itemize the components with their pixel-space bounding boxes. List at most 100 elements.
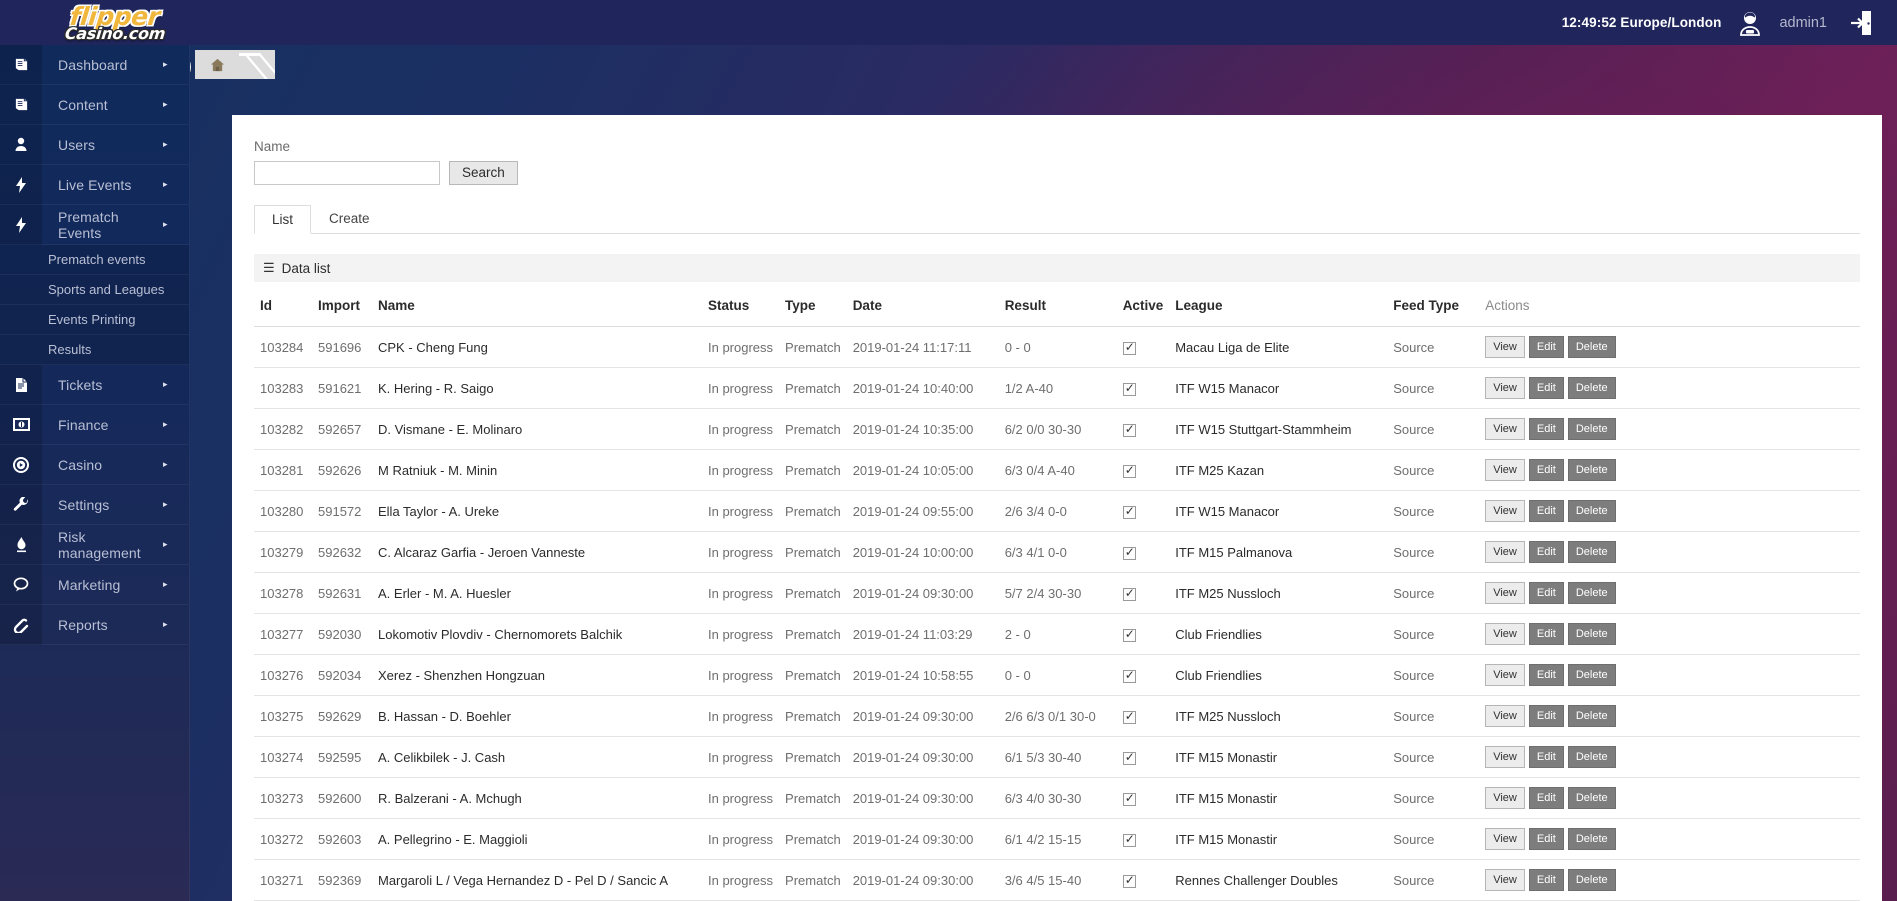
cell-feed-type: Source	[1387, 736, 1480, 778]
delete-button[interactable]: Delete	[1567, 664, 1616, 686]
active-checkbox[interactable]	[1122, 422, 1136, 437]
sidebar-item-live-events[interactable]: Live Events ▸	[0, 164, 189, 205]
active-checkbox[interactable]	[1122, 668, 1136, 683]
active-checkbox[interactable]	[1122, 627, 1136, 642]
top-bar: flipper Casino.com 12:49:52 Europe/Londo…	[0, 0, 1897, 45]
sidebar-item-risk-management[interactable]: Risk management ▸	[0, 524, 189, 565]
cell-status: In progress	[702, 367, 780, 409]
tab-create[interactable]: Create	[311, 204, 388, 233]
chevron-right-icon: ▸	[163, 379, 168, 389]
column-header-id[interactable]: Id	[254, 291, 312, 327]
view-button[interactable]: View	[1485, 459, 1525, 481]
column-header-league[interactable]: League	[1169, 291, 1388, 327]
delete-button[interactable]: Delete	[1567, 869, 1616, 891]
view-button[interactable]: View	[1485, 541, 1525, 563]
sidebar-item-casino[interactable]: Casino ▸	[0, 444, 189, 485]
view-button[interactable]: View	[1485, 582, 1525, 604]
sidebar-item-marketing[interactable]: Marketing ▸	[0, 564, 189, 605]
edit-button[interactable]: Edit	[1528, 746, 1564, 768]
delete-button[interactable]: Delete	[1567, 336, 1616, 358]
breadcrumb-home-button[interactable]	[195, 50, 239, 79]
edit-button[interactable]: Edit	[1528, 787, 1564, 809]
sidebar-item-tickets[interactable]: Tickets ▸	[0, 364, 189, 405]
active-checkbox[interactable]	[1122, 463, 1136, 478]
sidebar-item-users[interactable]: Users ▸	[0, 124, 189, 165]
sidebar-item-prematch-events[interactable]: Prematch Events ▸	[0, 204, 189, 245]
brand-logo[interactable]: flipper Casino.com	[0, 0, 230, 45]
view-button[interactable]: View	[1485, 705, 1525, 727]
active-checkbox[interactable]	[1122, 791, 1136, 806]
active-checkbox[interactable]	[1122, 340, 1136, 355]
logout-icon[interactable]	[1849, 8, 1875, 38]
delete-button[interactable]: Delete	[1567, 746, 1616, 768]
sidebar-subitem-events-printing[interactable]: Events Printing	[0, 305, 189, 335]
edit-button[interactable]: Edit	[1528, 418, 1564, 440]
active-checkbox[interactable]	[1122, 545, 1136, 560]
delete-button[interactable]: Delete	[1567, 787, 1616, 809]
edit-button[interactable]: Edit	[1528, 705, 1564, 727]
cell-feed-type: Source	[1387, 777, 1480, 819]
delete-button[interactable]: Delete	[1567, 459, 1616, 481]
view-button[interactable]: View	[1485, 377, 1525, 399]
column-header-feed-type[interactable]: Feed Type	[1387, 291, 1480, 327]
active-checkbox[interactable]	[1122, 381, 1136, 396]
column-header-import[interactable]: Import	[312, 291, 372, 327]
edit-button[interactable]: Edit	[1528, 582, 1564, 604]
column-header-name[interactable]: Name	[372, 291, 702, 327]
view-button[interactable]: View	[1485, 336, 1525, 358]
delete-button[interactable]: Delete	[1567, 377, 1616, 399]
sidebar-item-settings[interactable]: Settings ▸	[0, 484, 189, 525]
view-button[interactable]: View	[1485, 623, 1525, 645]
active-checkbox[interactable]	[1122, 873, 1136, 888]
active-checkbox[interactable]	[1122, 750, 1136, 765]
sidebar-item-dashboard[interactable]: Dashboard ▸	[0, 44, 189, 85]
delete-button[interactable]: Delete	[1567, 500, 1616, 522]
user-avatar-icon[interactable]	[1735, 8, 1765, 38]
tab-list[interactable]: List	[254, 205, 312, 234]
active-checkbox[interactable]	[1122, 832, 1136, 847]
edit-button[interactable]: Edit	[1528, 377, 1564, 399]
edit-button[interactable]: Edit	[1528, 869, 1564, 891]
sidebar-item-content[interactable]: Content ▸	[0, 84, 189, 125]
edit-button[interactable]: Edit	[1528, 541, 1564, 563]
sidebar-item-finance[interactable]: Finance ▸	[0, 404, 189, 445]
delete-button[interactable]: Delete	[1567, 705, 1616, 727]
cell-id: 103280	[254, 490, 312, 532]
delete-button[interactable]: Delete	[1567, 623, 1616, 645]
view-button[interactable]: View	[1485, 787, 1525, 809]
delete-button[interactable]: Delete	[1567, 582, 1616, 604]
view-button[interactable]: View	[1485, 500, 1525, 522]
sidebar-item-reports[interactable]: Reports ▸	[0, 604, 189, 645]
cell-result: 0 - 0	[998, 654, 1117, 696]
active-checkbox[interactable]	[1122, 709, 1136, 724]
column-header-type[interactable]: Type	[779, 291, 847, 327]
sidebar-subitem-prematch-events[interactable]: Prematch events	[0, 245, 189, 275]
edit-button[interactable]: Edit	[1528, 336, 1564, 358]
action-buttons: View Edit Delete	[1485, 828, 1854, 850]
sidebar-subitem-results[interactable]: Results	[0, 335, 189, 365]
search-button[interactable]: Search	[449, 161, 518, 185]
edit-button[interactable]: Edit	[1528, 623, 1564, 645]
edit-button[interactable]: Edit	[1528, 828, 1564, 850]
delete-button[interactable]: Delete	[1567, 541, 1616, 563]
edit-button[interactable]: Edit	[1528, 664, 1564, 686]
view-button[interactable]: View	[1485, 869, 1525, 891]
sidebar-subitem-label: Sports and Leagues	[48, 282, 165, 297]
column-header-active[interactable]: Active	[1116, 291, 1170, 327]
column-header-status[interactable]: Status	[702, 291, 780, 327]
edit-button[interactable]: Edit	[1528, 500, 1564, 522]
view-button[interactable]: View	[1485, 828, 1525, 850]
active-checkbox[interactable]	[1122, 504, 1136, 519]
active-checkbox[interactable]	[1122, 586, 1136, 601]
search-input[interactable]	[254, 161, 440, 185]
edit-button[interactable]: Edit	[1528, 459, 1564, 481]
sidebar-subitem-sports-and-leagues[interactable]: Sports and Leagues	[0, 275, 189, 305]
view-button[interactable]: View	[1485, 746, 1525, 768]
column-header-result[interactable]: Result	[998, 291, 1117, 327]
column-header-date[interactable]: Date	[846, 291, 999, 327]
cell-date: 2019-01-24 09:30:00	[846, 777, 999, 819]
view-button[interactable]: View	[1485, 664, 1525, 686]
delete-button[interactable]: Delete	[1567, 828, 1616, 850]
view-button[interactable]: View	[1485, 418, 1525, 440]
delete-button[interactable]: Delete	[1567, 418, 1616, 440]
